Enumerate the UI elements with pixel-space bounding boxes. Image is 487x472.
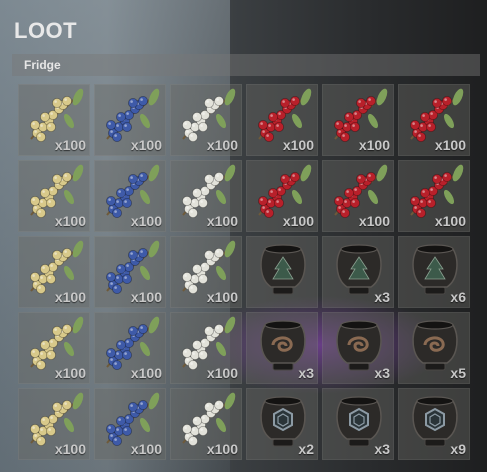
inventory-slot[interactable]: x3 <box>246 312 318 384</box>
item-quantity: x100 <box>130 441 162 457</box>
inventory-slot[interactable]: x3 <box>322 388 394 460</box>
container-name: Fridge <box>24 58 61 72</box>
item-quantity: x100 <box>206 213 238 229</box>
inventory-slot[interactable]: x100 <box>94 388 166 460</box>
inventory-slot[interactable]: x100 <box>18 84 90 156</box>
item-quantity: x100 <box>206 365 238 381</box>
item-quantity: x100 <box>54 365 86 381</box>
inventory-slot[interactable]: x2 <box>246 388 318 460</box>
inventory-slot[interactable]: x100 <box>398 84 470 156</box>
item-quantity: x100 <box>130 289 162 305</box>
item-quantity: x100 <box>54 213 86 229</box>
inventory-slot[interactable]: x100 <box>94 236 166 308</box>
item-quantity: x100 <box>130 137 162 153</box>
inventory-slot[interactable]: x100 <box>170 84 242 156</box>
item-quantity: x100 <box>130 365 162 381</box>
item-quantity: x100 <box>434 213 466 229</box>
item-quantity: x2 <box>298 441 314 457</box>
inventory-slot[interactable]: x100 <box>170 388 242 460</box>
inventory-slot[interactable]: x3 <box>322 236 394 308</box>
inventory-slot[interactable]: x100 <box>322 160 394 232</box>
inventory-slot[interactable]: x100 <box>94 84 166 156</box>
item-quantity: x100 <box>206 137 238 153</box>
container-header: Fridge <box>12 54 480 76</box>
item-quantity: x100 <box>206 289 238 305</box>
inventory-slot[interactable]: x100 <box>246 160 318 232</box>
item-quantity: x3 <box>374 365 390 381</box>
item-quantity: x100 <box>54 137 86 153</box>
item-quantity: x9 <box>450 441 466 457</box>
inventory-slot[interactable]: x9 <box>398 388 470 460</box>
item-quantity: x100 <box>206 441 238 457</box>
inventory-slot[interactable]: x5 <box>398 312 470 384</box>
item-quantity: x3 <box>298 365 314 381</box>
item-quantity: x100 <box>130 213 162 229</box>
inventory-slot[interactable]: x6 <box>398 236 470 308</box>
inventory-slot[interactable]: x100 <box>18 236 90 308</box>
item-quantity: x5 <box>450 365 466 381</box>
item-quantity: x3 <box>374 441 390 457</box>
inventory-slot[interactable]: x100 <box>170 160 242 232</box>
inventory-slot[interactable] <box>246 236 318 308</box>
inventory-slot[interactable]: x100 <box>246 84 318 156</box>
item-quantity: x100 <box>434 137 466 153</box>
planter-pot-tree-icon <box>260 244 306 295</box>
inventory-slot[interactable]: x3 <box>322 312 394 384</box>
item-quantity: x3 <box>374 289 390 305</box>
item-quantity: x100 <box>282 137 314 153</box>
item-quantity: x6 <box>450 289 466 305</box>
inventory-slot[interactable]: x100 <box>18 160 90 232</box>
inventory-slot[interactable]: x100 <box>398 160 470 232</box>
inventory-slot[interactable]: x100 <box>94 160 166 232</box>
inventory-slot[interactable]: x100 <box>170 236 242 308</box>
item-quantity: x100 <box>282 213 314 229</box>
loot-title: LOOT <box>14 18 78 43</box>
inventory-slot[interactable]: x100 <box>170 312 242 384</box>
inventory-slot[interactable]: x100 <box>94 312 166 384</box>
item-quantity: x100 <box>358 213 390 229</box>
inventory-slot[interactable]: x100 <box>18 388 90 460</box>
item-quantity: x100 <box>54 289 86 305</box>
inventory-slot[interactable]: x100 <box>18 312 90 384</box>
inventory-slot[interactable]: x100 <box>322 84 394 156</box>
item-quantity: x100 <box>358 137 390 153</box>
item-quantity: x100 <box>54 441 86 457</box>
inventory-grid: x100 x100 x100 x100 x100 x100 x100 x100 x100 x100… <box>18 84 470 460</box>
